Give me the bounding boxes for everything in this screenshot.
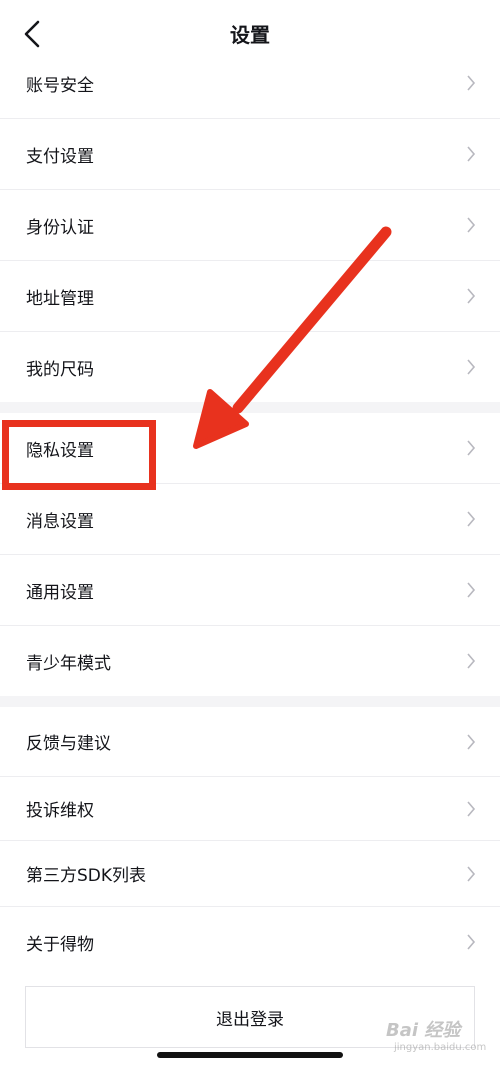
chevron-right-icon: [464, 509, 478, 529]
chevron-right-icon: [464, 932, 478, 952]
settings-item-label: 第三方SDK列表: [26, 866, 147, 886]
chevron-right-icon: [464, 732, 478, 752]
chevron-right-icon: [464, 864, 478, 884]
logout-label: 退出登录: [216, 1009, 284, 1030]
settings-item-label: 投诉维权: [26, 801, 94, 821]
settings-item-label: 地址管理: [26, 288, 94, 309]
settings-item-label: 支付设置: [26, 146, 94, 167]
chevron-right-icon: [464, 651, 478, 671]
logout-button[interactable]: 退出登录: [25, 986, 475, 1048]
settings-item-complaints[interactable]: 投诉维权: [0, 777, 500, 841]
chevron-right-icon: [464, 144, 478, 164]
settings-item-privacy[interactable]: 隐私设置: [0, 413, 500, 484]
chevron-right-icon: [464, 357, 478, 377]
settings-item-account-security[interactable]: 账号安全: [0, 48, 500, 119]
chevron-right-icon: [464, 286, 478, 306]
settings-item-label: 反馈与建议: [26, 734, 111, 754]
section-separator: [0, 696, 500, 707]
chevron-left-icon: [24, 20, 40, 48]
settings-item-label: 消息设置: [26, 511, 94, 532]
section-separator: [0, 402, 500, 413]
settings-item-label: 通用设置: [26, 582, 94, 603]
settings-item-identity[interactable]: 身份认证: [0, 190, 500, 261]
settings-item-label: 身份认证: [26, 217, 94, 238]
chevron-right-icon: [464, 799, 478, 819]
settings-item-label: 青少年模式: [26, 653, 111, 674]
settings-item-feedback[interactable]: 反馈与建议: [0, 707, 500, 777]
chevron-right-icon: [464, 215, 478, 235]
settings-item-teen-mode[interactable]: 青少年模式: [0, 626, 500, 696]
chevron-right-icon: [464, 438, 478, 458]
settings-item-my-size[interactable]: 我的尺码: [0, 332, 500, 402]
chevron-right-icon: [464, 73, 478, 93]
settings-item-address[interactable]: 地址管理: [0, 261, 500, 332]
settings-item-label: 账号安全: [26, 75, 94, 96]
settings-item-payment[interactable]: 支付设置: [0, 119, 500, 190]
settings-item-label: 隐私设置: [26, 440, 94, 461]
settings-item-label: 关于得物: [26, 934, 94, 955]
settings-item-general[interactable]: 通用设置: [0, 555, 500, 626]
chevron-right-icon: [464, 580, 478, 600]
settings-item-messages[interactable]: 消息设置: [0, 484, 500, 555]
settings-item-third-party-sdk[interactable]: 第三方SDK列表: [0, 841, 500, 907]
settings-item-about[interactable]: 关于得物: [0, 907, 500, 977]
home-indicator[interactable]: [157, 1052, 343, 1058]
settings-item-label: 我的尺码: [26, 359, 94, 380]
